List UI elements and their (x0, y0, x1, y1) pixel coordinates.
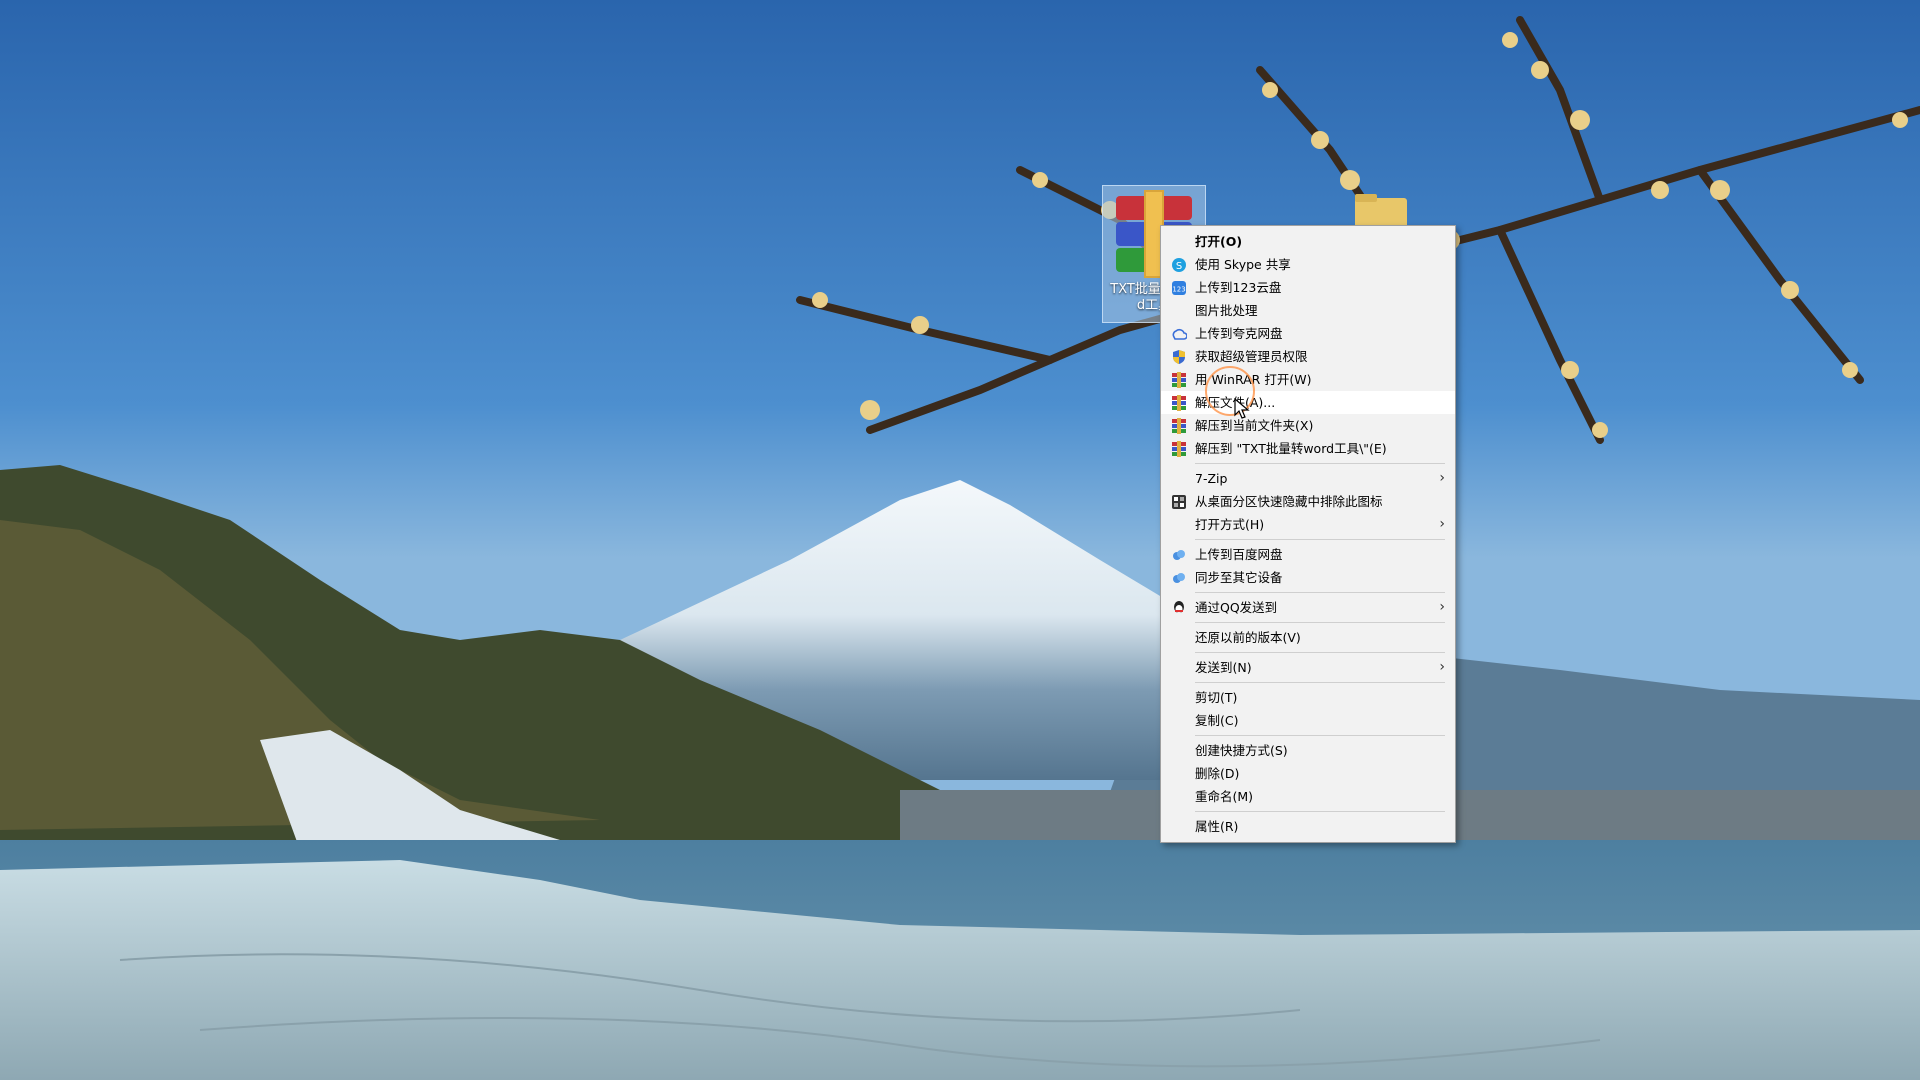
menu-item-label: 创建快捷方式(S) (1195, 743, 1288, 758)
wallpaper (0, 0, 1920, 1080)
menu-separator (1195, 652, 1445, 653)
chevron-right-icon: › (1439, 470, 1445, 486)
menu-item-rename[interactable]: 重命名(M) (1161, 785, 1455, 808)
menu-item-label: 解压到 "TXT批量转word工具\"(E) (1195, 441, 1387, 456)
winrar-icon (1171, 441, 1187, 457)
menu-item-properties[interactable]: 属性(R) (1161, 815, 1455, 838)
menu-item-skype-share[interactable]: S 使用 Skype 共享 (1161, 253, 1455, 276)
menu-item-fences-exclude[interactable]: 从桌面分区快速隐藏中排除此图标 (1161, 490, 1455, 513)
menu-separator (1195, 463, 1445, 464)
menu-item-label: 从桌面分区快速隐藏中排除此图标 (1195, 494, 1383, 509)
menu-item-label: 上传到夸克网盘 (1195, 326, 1283, 341)
menu-separator (1195, 622, 1445, 623)
menu-item-extract-to-folder[interactable]: 解压到 "TXT批量转word工具\"(E) (1161, 437, 1455, 460)
menu-item-upload-123pan[interactable]: 123 上传到123云盘 (1161, 276, 1455, 299)
chevron-right-icon: › (1439, 516, 1445, 532)
menu-item-open[interactable]: 打开(O) (1161, 230, 1455, 253)
menu-item-label: 打开方式(H) (1195, 517, 1265, 532)
quark-cloud-icon (1171, 326, 1188, 342)
menu-item-label: 复制(C) (1195, 713, 1239, 728)
menu-item-label: 获取超级管理员权限 (1195, 349, 1308, 364)
menu-item-label: 图片批处理 (1195, 303, 1258, 318)
winrar-icon (1171, 372, 1187, 388)
winrar-icon (1171, 395, 1187, 411)
menu-item-label: 还原以前的版本(V) (1195, 630, 1301, 645)
baidu-cloud-icon (1171, 547, 1187, 563)
menu-item-label: 解压到当前文件夹(X) (1195, 418, 1314, 433)
menu-item-create-shortcut[interactable]: 创建快捷方式(S) (1161, 739, 1455, 762)
menu-item-sync-devices[interactable]: 同步至其它设备 (1161, 566, 1455, 589)
menu-separator (1195, 811, 1445, 812)
baidu-cloud-icon (1171, 570, 1187, 586)
menu-item-send-via-qq[interactable]: 通过QQ发送到 › (1161, 596, 1455, 619)
menu-item-label: 上传到百度网盘 (1195, 547, 1283, 562)
menu-item-open-with[interactable]: 打开方式(H) › (1161, 513, 1455, 536)
svg-text:S: S (1176, 261, 1182, 272)
fences-icon (1171, 494, 1187, 510)
menu-item-delete[interactable]: 删除(D) (1161, 762, 1455, 785)
menu-item-admin-rights[interactable]: 获取超级管理员权限 (1161, 345, 1455, 368)
desktop: TXT批量转word工具 打开(O) S 使用 Skype 共享 123 上传到… (0, 0, 1920, 1080)
menu-separator (1195, 682, 1445, 683)
shield-icon (1171, 349, 1187, 365)
menu-item-upload-baidu[interactable]: 上传到百度网盘 (1161, 543, 1455, 566)
menu-item-label: 删除(D) (1195, 766, 1240, 781)
menu-item-label: 通过QQ发送到 (1195, 600, 1278, 615)
svg-text:123: 123 (1172, 286, 1185, 294)
context-menu: 打开(O) S 使用 Skype 共享 123 上传到123云盘 图片批处理 上… (1160, 225, 1456, 843)
menu-separator (1195, 539, 1445, 540)
menu-item-7zip[interactable]: 7-Zip › (1161, 467, 1455, 490)
menu-item-label: 7-Zip (1195, 471, 1228, 486)
skype-icon: S (1171, 257, 1187, 273)
menu-item-send-to[interactable]: 发送到(N) › (1161, 656, 1455, 679)
menu-item-label: 使用 Skype 共享 (1195, 257, 1291, 272)
menu-item-label: 剪切(T) (1195, 690, 1238, 705)
winrar-icon (1171, 418, 1187, 434)
menu-item-label: 打开(O) (1195, 234, 1243, 249)
menu-item-copy[interactable]: 复制(C) (1161, 709, 1455, 732)
123pan-icon: 123 (1171, 280, 1187, 296)
menu-item-restore-versions[interactable]: 还原以前的版本(V) (1161, 626, 1455, 649)
chevron-right-icon: › (1439, 659, 1445, 675)
menu-item-image-batch[interactable]: 图片批处理 (1161, 299, 1455, 322)
menu-separator (1195, 735, 1445, 736)
menu-item-label: 重命名(M) (1195, 789, 1254, 804)
menu-item-upload-quark[interactable]: 上传到夸克网盘 (1161, 322, 1455, 345)
menu-item-label: 发送到(N) (1195, 660, 1252, 675)
chevron-right-icon: › (1439, 599, 1445, 615)
menu-item-label: 属性(R) (1195, 819, 1239, 834)
menu-item-extract-here[interactable]: 解压到当前文件夹(X) (1161, 414, 1455, 437)
menu-separator (1195, 592, 1445, 593)
mouse-cursor-icon (1234, 398, 1250, 419)
menu-item-label: 同步至其它设备 (1195, 570, 1283, 585)
qq-icon (1171, 600, 1187, 616)
menu-item-label: 上传到123云盘 (1195, 280, 1282, 295)
menu-item-cut[interactable]: 剪切(T) (1161, 686, 1455, 709)
